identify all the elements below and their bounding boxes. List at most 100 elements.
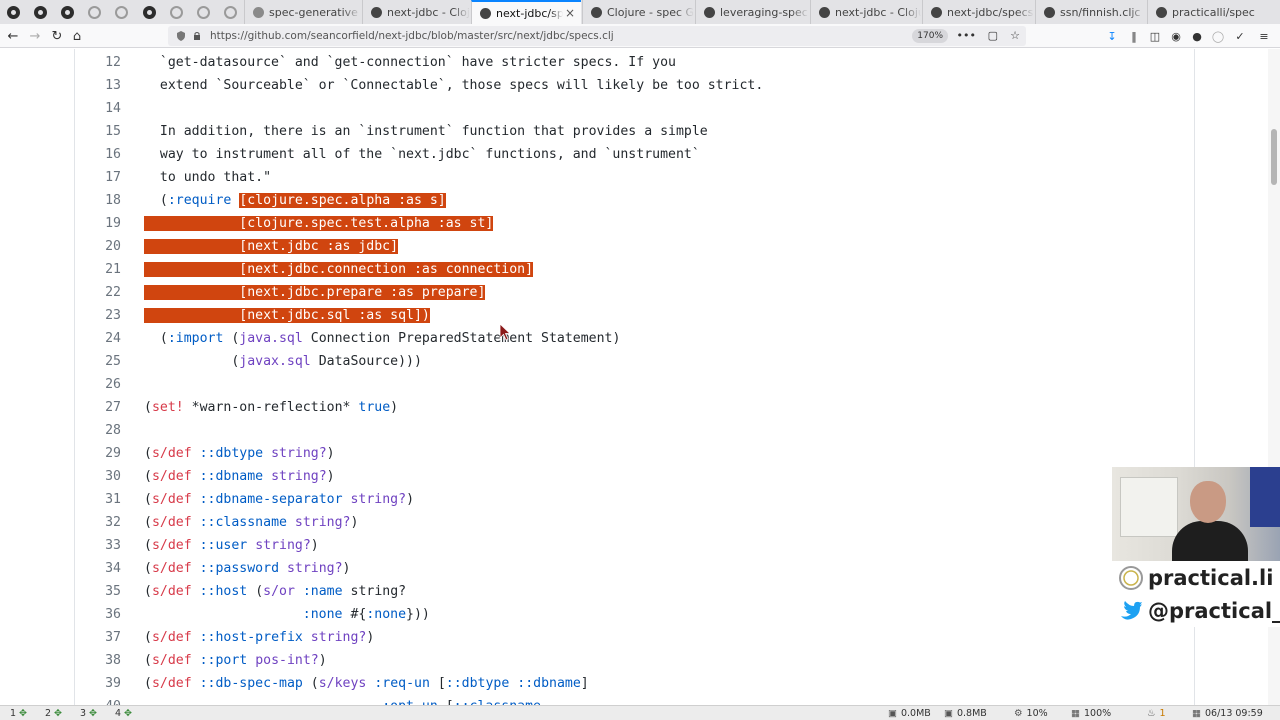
pinned-tab-faded[interactable] [217, 2, 243, 22]
code-text: (s/def ::classname string?) [144, 511, 358, 534]
line-number[interactable]: 33 [76, 534, 121, 557]
net-up-indicator: ▣ 0.8MB [944, 708, 987, 719]
code-token: to undo that." [144, 170, 272, 185]
line-number[interactable]: 24 [76, 327, 121, 350]
line-number[interactable]: 30 [76, 465, 121, 488]
pinned-tab-faded[interactable] [190, 2, 216, 22]
line-number[interactable]: 12 [76, 51, 121, 74]
line-number[interactable]: 31 [76, 488, 121, 511]
line-number[interactable]: 14 [76, 97, 121, 120]
line-number[interactable]: 18 [76, 189, 121, 212]
tab-6[interactable]: next-jdbc - Cloju [810, 0, 921, 24]
line-number[interactable]: 38 [76, 649, 121, 672]
line-number[interactable]: 25 [76, 350, 121, 373]
tab-3[interactable]: next-jdbc/specs× [471, 0, 581, 24]
workspace-3[interactable]: 3 ✥ [80, 707, 97, 720]
reload-button[interactable]: ↻ [48, 27, 66, 45]
extension-icon[interactable]: ✓ [1232, 28, 1248, 44]
back-arrow-icon: ← [7, 28, 19, 44]
line-number[interactable]: 29 [76, 442, 121, 465]
extension-icon[interactable]: ● [1189, 28, 1205, 44]
tab-close-icon[interactable]: × [563, 6, 577, 20]
downloads-icon[interactable]: ↧ [1104, 28, 1120, 44]
line-number[interactable]: 27 [76, 396, 121, 419]
url-bar[interactable]: https://github.com/seancorfield/next-jdb… [168, 26, 1026, 46]
code-token: string? [310, 630, 367, 645]
code-token: string? [350, 492, 407, 507]
code-token: :none [366, 607, 407, 622]
line-number[interactable]: 23 [76, 304, 121, 327]
tab-4[interactable]: Clojure - spec G [582, 0, 694, 24]
tab-9[interactable]: practicalli/spec [1147, 0, 1280, 24]
line-number[interactable]: 21 [76, 258, 121, 281]
line-number[interactable]: 37 [76, 626, 121, 649]
scrollbar-thumb[interactable] [1271, 129, 1277, 185]
pinned-tab-faded[interactable] [108, 2, 134, 22]
code-token: :none [302, 607, 343, 622]
tab-label: ssn/finnish.cljc [1060, 5, 1141, 19]
code-token: ( [144, 331, 168, 346]
code-text: (set! *warn-on-reflection* true) [144, 396, 398, 419]
line-number[interactable]: 32 [76, 511, 121, 534]
line-number[interactable]: 13 [76, 74, 121, 97]
line-number[interactable]: 35 [76, 580, 121, 603]
code-token: ( [302, 676, 319, 691]
tab-2[interactable]: next-jdbc - Cloj [362, 0, 470, 24]
line-number[interactable]: 17 [76, 166, 121, 189]
line-number[interactable]: 36 [76, 603, 121, 626]
line-number[interactable]: 19 [76, 212, 121, 235]
social-handles: practical.li @practical_li [1112, 561, 1280, 627]
line-number[interactable]: 22 [76, 281, 121, 304]
line-number[interactable]: 20 [76, 235, 121, 258]
line-number[interactable]: 26 [76, 373, 121, 396]
workspace-4[interactable]: 4 ✥ [115, 707, 132, 720]
page-actions-icon[interactable]: ••• [957, 29, 976, 42]
workspace-icon: ✥ [89, 708, 98, 719]
pinned-tab-github[interactable] [54, 2, 80, 22]
zoom-level-badge[interactable]: 170% [912, 29, 948, 43]
code-token: ::db-spec-map [199, 676, 303, 691]
line-number[interactable]: 28 [76, 419, 121, 442]
workspace-icon: ✥ [54, 708, 63, 719]
selected-code-token: [next.jdbc.prepare :as prepare] [144, 285, 486, 300]
code-token: s/def [151, 515, 192, 530]
tab-5[interactable]: leveraging-spec [695, 0, 809, 24]
library-icon[interactable]: ‖ [1126, 28, 1142, 44]
tab-7[interactable]: next-jdbc/specs [922, 0, 1034, 24]
github-icon [931, 6, 942, 18]
globe-icon [169, 5, 183, 19]
workspace-2[interactable]: 2 ✥ [45, 707, 62, 720]
pocket-icon[interactable]: ▢ [988, 29, 998, 42]
pinned-tab-faded[interactable] [163, 2, 189, 22]
line-number[interactable]: 39 [76, 672, 121, 695]
line-number[interactable]: 34 [76, 557, 121, 580]
extension-icon[interactable]: ◯ [1210, 28, 1226, 44]
workspace-1[interactable]: 1 ✥ [10, 707, 27, 720]
code-token: ( [223, 331, 240, 346]
line-number[interactable]: 15 [76, 120, 121, 143]
bookmark-star-icon[interactable]: ☆ [1010, 29, 1020, 42]
pinned-tab-github[interactable] [136, 2, 162, 22]
code-token: ::classname [199, 515, 287, 530]
forward-button[interactable]: → [26, 27, 44, 45]
code-token: ] [580, 676, 589, 691]
reload-icon: ↻ [51, 28, 63, 44]
tab-8[interactable]: ssn/finnish.cljc [1035, 0, 1146, 24]
notifications-indicator[interactable]: ♨ 1 [1147, 707, 1166, 720]
home-icon: ⌂ [72, 28, 82, 44]
pinned-tab-faded[interactable] [81, 2, 107, 22]
extension-icon[interactable]: ◉ [1168, 28, 1184, 44]
back-button[interactable]: ← [4, 27, 22, 45]
menu-icon[interactable]: ≡ [1256, 28, 1272, 44]
home-button[interactable]: ⌂ [68, 27, 86, 45]
pinned-tab-github[interactable] [0, 2, 26, 22]
line-number[interactable]: 16 [76, 143, 121, 166]
code-line: 30 (s/def ::dbname string?) [0, 465, 1190, 488]
tab-1[interactable]: spec-generative [244, 0, 361, 24]
pinned-tab-github[interactable] [27, 2, 53, 22]
line-number[interactable]: 40 [76, 695, 121, 705]
sidebar-icon[interactable]: ◫ [1147, 28, 1163, 44]
